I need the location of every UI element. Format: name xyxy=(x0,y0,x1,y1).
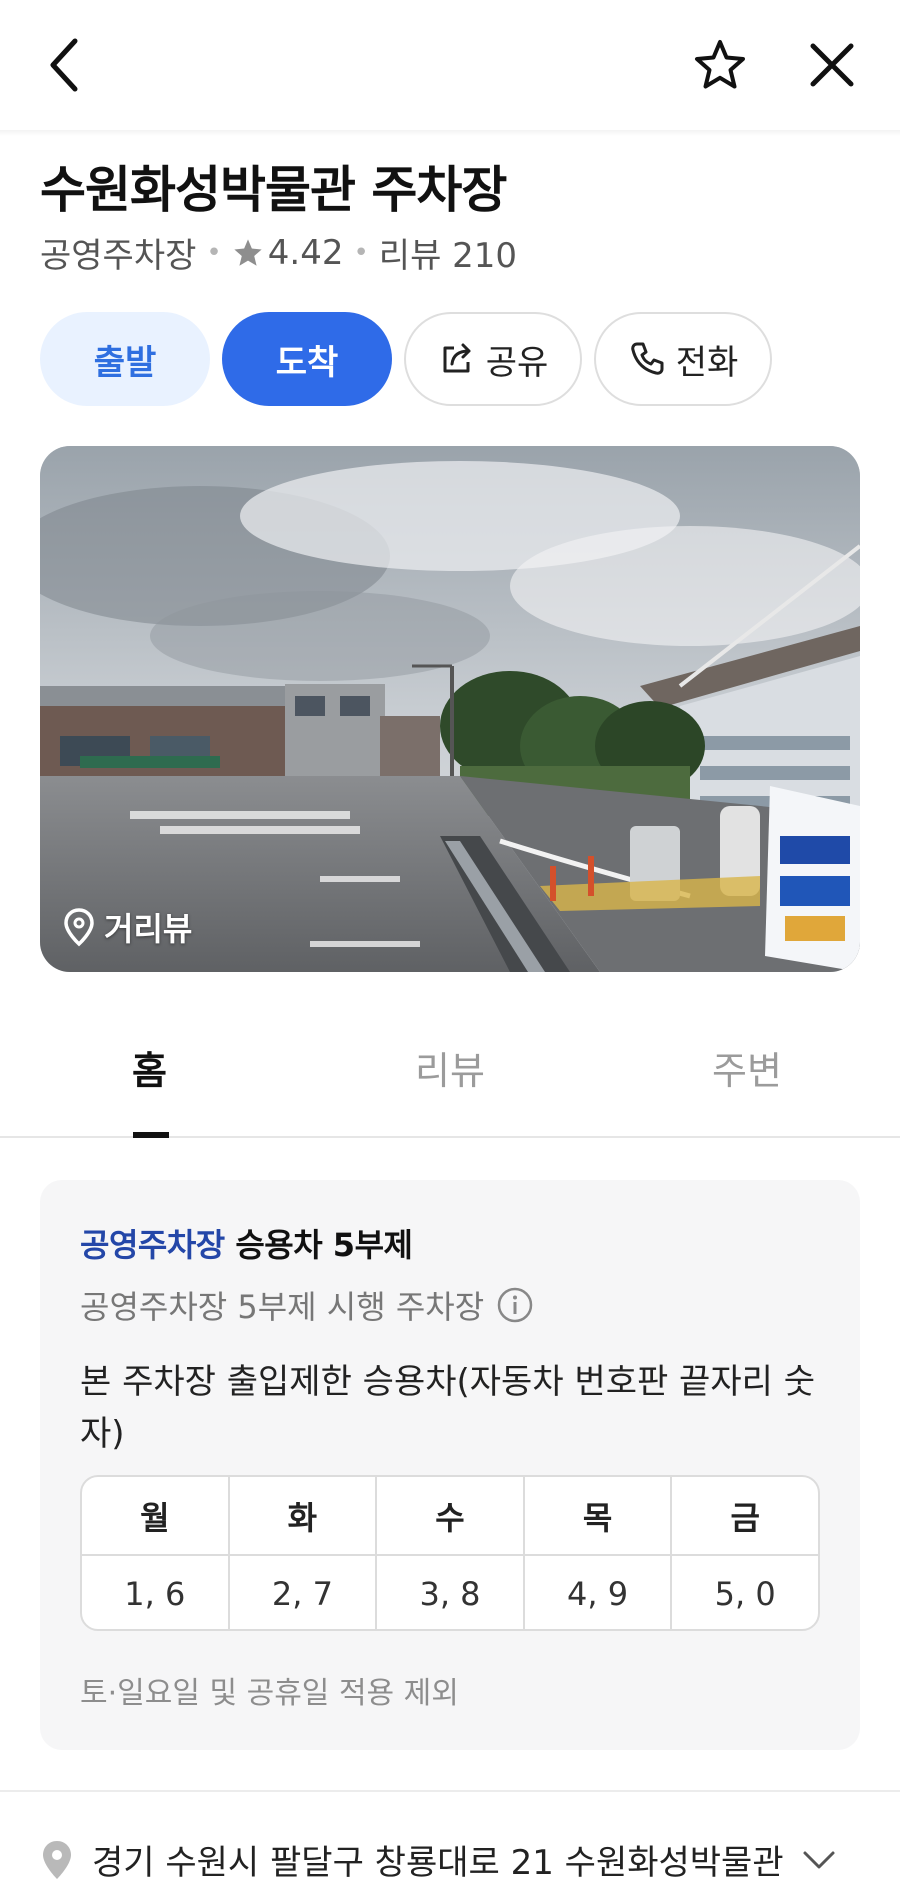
map-pin-icon xyxy=(43,1840,71,1879)
parking-restriction-card: 공영주차장 승용차 5부제 공영주차장 5부제 시행 주차장 본 주차장 출입제… xyxy=(40,1180,860,1750)
arrive-button[interactable]: 도착 xyxy=(222,312,392,406)
share-button[interactable]: 공유 xyxy=(404,312,582,406)
address-row[interactable]: 경기 수원시 팔달구 창룡대로 21 수원화성박물관 xyxy=(40,1835,836,1884)
tab-review[interactable]: 리뷰 xyxy=(415,1040,485,1095)
location-pin-icon xyxy=(64,908,94,947)
separator-dot: • xyxy=(353,237,369,268)
call-label: 전화 xyxy=(675,342,739,383)
place-rating: 4.42 xyxy=(267,232,344,273)
place-meta: 공영주차장 • 4.42 • 리뷰 210 xyxy=(40,228,517,277)
chevron-down-icon[interactable] xyxy=(802,1849,836,1871)
top-bar-divider xyxy=(0,130,900,136)
table-header-cell: 월 xyxy=(140,1498,170,1537)
tab-bar: 홈 리뷰 주변 xyxy=(0,1020,900,1138)
star-favorite-icon[interactable] xyxy=(685,30,755,100)
card-description: 본 주차장 출입제한 승용차(자동차 번호판 끝자리 숫자) xyxy=(80,1362,815,1454)
street-scene-image xyxy=(40,446,860,972)
table-cell: 4, 9 xyxy=(522,1556,671,1629)
street-photo[interactable]: 거리뷰 xyxy=(40,446,860,972)
card-title: 공영주차장 승용차 5부제 xyxy=(80,1220,413,1266)
depart-button[interactable]: 출발 xyxy=(40,312,210,406)
card-title-rest: 승용차 5부제 xyxy=(224,1226,413,1264)
tab-home[interactable]: 홈 xyxy=(132,1040,167,1095)
card-subtitle: 공영주차장 5부제 시행 주차장 xyxy=(80,1282,534,1328)
card-title-highlight: 공영주차장 xyxy=(80,1226,225,1264)
address-text: 경기 수원시 팔달구 창룡대로 21 수원화성박물관 xyxy=(92,1843,784,1883)
share-label: 공유 xyxy=(485,342,549,383)
place-category: 공영주차장 xyxy=(40,236,197,276)
streetview-button[interactable]: 거리뷰 xyxy=(62,904,192,950)
separator-dot: • xyxy=(206,237,222,268)
table-header-cell: 금 xyxy=(670,1477,818,1554)
top-bar xyxy=(0,0,900,130)
phone-icon xyxy=(630,342,664,375)
rating-star-icon xyxy=(232,237,264,269)
table-row: 1, 6 2, 7 3, 8 4, 9 5, 0 xyxy=(82,1554,818,1629)
call-button[interactable]: 전화 xyxy=(594,312,772,406)
share-icon xyxy=(443,343,471,373)
table-header-row: 월 화 수 목 금 xyxy=(82,1477,818,1554)
tab-nearby[interactable]: 주변 xyxy=(712,1040,782,1095)
info-icon[interactable] xyxy=(496,1286,534,1324)
section-divider xyxy=(0,1790,900,1792)
place-review-count[interactable]: 리뷰 210 xyxy=(379,228,517,277)
close-icon[interactable] xyxy=(797,30,867,100)
back-icon[interactable] xyxy=(30,30,100,100)
table-cell: 3, 8 xyxy=(375,1556,523,1629)
table-header-cell: 화 xyxy=(227,1477,376,1554)
table-header-cell: 목 xyxy=(522,1477,671,1554)
card-subtitle-text: 공영주차장 5부제 시행 주차장 xyxy=(80,1288,485,1326)
place-title: 수원화성박물관 주차장 xyxy=(40,161,507,219)
streetview-label: 거리뷰 xyxy=(104,910,193,948)
table-header-cell: 수 xyxy=(375,1477,523,1554)
table-cell: 1, 6 xyxy=(124,1574,186,1613)
plate-restriction-table: 월 화 수 목 금 1, 6 2, 7 3, 8 4, 9 5, 0 xyxy=(80,1475,820,1631)
table-cell: 2, 7 xyxy=(227,1556,376,1629)
card-note: 토·일요일 및 공휴일 적용 제외 xyxy=(80,1676,459,1711)
table-cell: 5, 0 xyxy=(670,1556,818,1629)
active-tab-indicator xyxy=(133,1132,169,1138)
action-buttons: 출발 도착 공유 전화 xyxy=(40,312,784,406)
